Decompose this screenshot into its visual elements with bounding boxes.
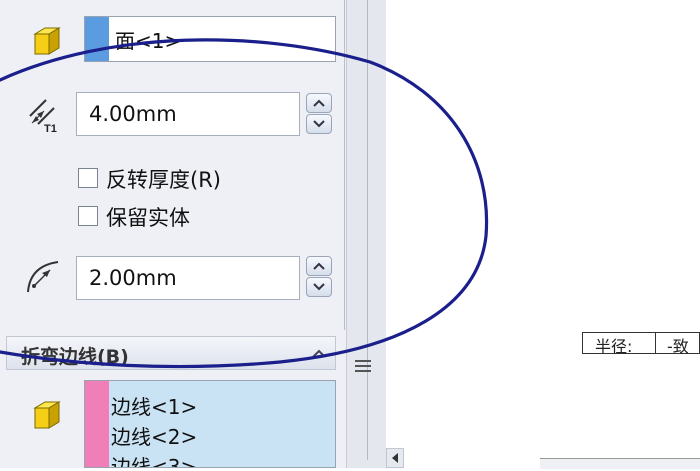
thickness-input[interactable]: 4.00mm bbox=[76, 92, 300, 136]
radius-callout-label: 半径: bbox=[595, 337, 633, 356]
thickness-spin-down-button[interactable] bbox=[306, 114, 332, 134]
bend-edges-title: 折弯边线(B) bbox=[21, 346, 129, 368]
svg-text:T1: T1 bbox=[44, 123, 57, 134]
keep-body-checkbox[interactable] bbox=[78, 206, 98, 226]
face-item[interactable]: 面<1> bbox=[115, 25, 181, 54]
edge-color-swatch bbox=[85, 381, 109, 467]
keep-body-label: 保留实体 bbox=[106, 206, 190, 230]
chevron-down-icon bbox=[313, 120, 325, 128]
shell-parameters-group: 面<1> T1 4.00mm 反转厚度(R) 保留实体 2.00mm bbox=[0, 0, 345, 330]
list-item[interactable]: 边线<3> bbox=[111, 451, 197, 467]
radius-spinner[interactable] bbox=[306, 256, 332, 298]
scroll-left-button[interactable] bbox=[386, 448, 404, 468]
thickness-value[interactable]: 4.00mm bbox=[89, 102, 177, 126]
thickness-spinner[interactable] bbox=[306, 93, 332, 135]
thickness-spin-up-button[interactable] bbox=[306, 93, 332, 113]
radius-value[interactable]: 2.00mm bbox=[89, 266, 177, 290]
list-item[interactable]: 边线<2> bbox=[111, 421, 197, 450]
face-color-swatch bbox=[85, 17, 109, 61]
splitter-line bbox=[367, 0, 368, 460]
radius-callout-value: -致 bbox=[667, 337, 689, 356]
property-manager-panel: 面<1> T1 4.00mm 反转厚度(R) 保留实体 2.00mm 折弯边线(… bbox=[0, 0, 346, 468]
arrow-left-icon bbox=[392, 453, 398, 463]
graphics-area[interactable] bbox=[386, 0, 700, 468]
face-selection-list[interactable]: 面<1> bbox=[84, 16, 336, 62]
splitter-grip-icon[interactable] bbox=[355, 360, 371, 374]
bottom-toolbar bbox=[540, 458, 700, 469]
radius-callout: 半径: -致 bbox=[582, 332, 700, 356]
collapse-chevron-icon[interactable] bbox=[311, 347, 327, 359]
thickness-T1-icon: T1 bbox=[29, 99, 57, 134]
chevron-up-icon bbox=[313, 99, 325, 107]
panel-splitter[interactable] bbox=[346, 0, 387, 468]
chevron-down-icon bbox=[313, 283, 325, 291]
radius-input[interactable]: 2.00mm bbox=[76, 256, 300, 300]
radius-spin-down-button[interactable] bbox=[306, 277, 332, 297]
radius-callout-divider bbox=[655, 333, 656, 353]
list-item[interactable]: 边线<1> bbox=[111, 391, 197, 420]
edge-cube-icon bbox=[33, 401, 61, 429]
chevron-up-icon bbox=[313, 262, 325, 270]
face-cube-icon bbox=[33, 27, 61, 55]
bend-radius-icon bbox=[27, 261, 59, 293]
reverse-thickness-checkbox[interactable] bbox=[78, 168, 98, 188]
radius-spin-up-button[interactable] bbox=[306, 256, 332, 276]
bend-edges-list[interactable]: 边线<1> 边线<2> 边线<3> bbox=[84, 380, 336, 468]
bend-edges-section-header[interactable]: 折弯边线(B) bbox=[6, 336, 336, 370]
reverse-thickness-label: 反转厚度(R) bbox=[106, 168, 221, 192]
